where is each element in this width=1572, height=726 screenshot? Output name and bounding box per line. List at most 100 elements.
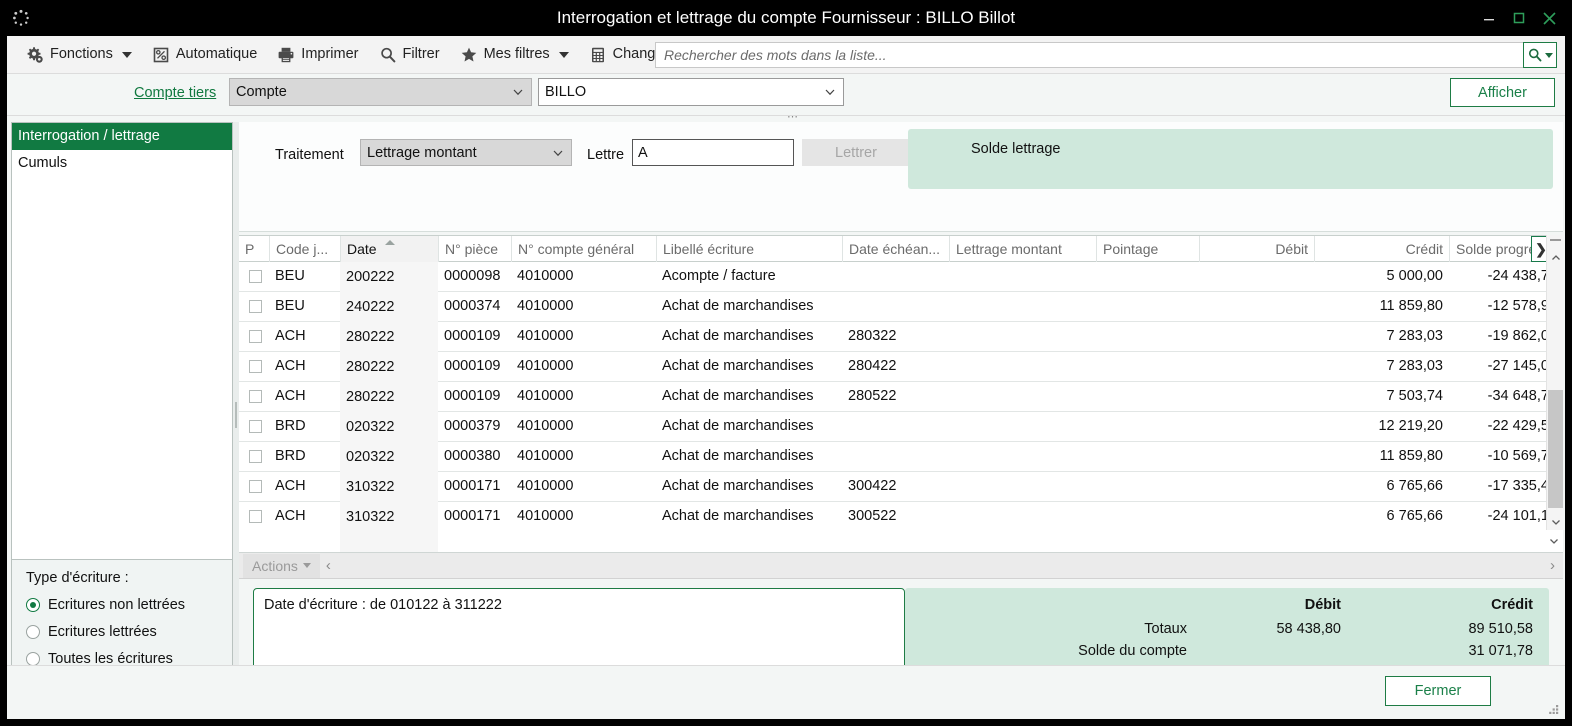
criteria-box[interactable]: Date d'écriture : de 010122 à 311222 bbox=[253, 588, 905, 670]
traitement-select[interactable]: Lettrage montant bbox=[360, 139, 572, 166]
cell-lettrage bbox=[949, 412, 1096, 441]
sidebar-item-cumuls[interactable]: Cumuls bbox=[12, 150, 232, 177]
minimize-button[interactable] bbox=[1474, 3, 1504, 33]
scroll-down-arrow-icon[interactable] bbox=[1547, 513, 1564, 530]
lettre-input[interactable]: A bbox=[632, 139, 794, 166]
sort-ascending-icon bbox=[385, 240, 395, 245]
grid-header: P Code j... Date N° pièce N° compte général L… bbox=[239, 235, 1563, 263]
grid-column-header-debit[interactable]: Débit bbox=[1199, 236, 1314, 263]
window-body: Fonctions Automatique Imprimer Filtrer M… bbox=[6, 36, 1566, 720]
cell-debit bbox=[1199, 262, 1314, 291]
afficher-button[interactable]: Afficher bbox=[1450, 78, 1555, 107]
table-row[interactable]: BEU 240222 0000374 4010000 Achat de marchand… bbox=[239, 292, 1563, 322]
scroll-up-arrow-icon[interactable] bbox=[1547, 249, 1564, 266]
cell-echeance bbox=[842, 262, 949, 291]
table-row[interactable]: ACH 310322 0000171 4010000 Achat de marchand… bbox=[239, 502, 1563, 530]
toolbar-button-mes-filtres[interactable]: Mes filtres bbox=[451, 40, 578, 70]
grid-vertical-scrollbar[interactable] bbox=[1546, 235, 1563, 530]
radio-indicator-icon bbox=[26, 652, 40, 666]
close-button[interactable] bbox=[1534, 3, 1564, 33]
table-row[interactable]: BRD 020322 0000379 4010000 Achat de marchand… bbox=[239, 412, 1563, 442]
cell-pointage bbox=[1096, 442, 1199, 471]
cell-echeance: 300422 bbox=[848, 478, 897, 494]
row-checkbox[interactable] bbox=[249, 420, 262, 433]
table-row[interactable]: ACH 310322 0000171 4010000 Achat de marchand… bbox=[239, 472, 1563, 502]
table-row[interactable]: ACH 280222 0000109 4010000 Achat de marchand… bbox=[239, 352, 1563, 382]
account-code-select[interactable]: BILLO bbox=[538, 78, 844, 106]
row-checkbox[interactable] bbox=[249, 510, 262, 523]
cell-pointage bbox=[1096, 262, 1199, 291]
gears-icon bbox=[26, 46, 44, 64]
table-row[interactable]: BEU 200222 0000098 4010000 Acompte / facture… bbox=[239, 262, 1563, 292]
toolbar-button-automatique[interactable]: Automatique bbox=[143, 40, 266, 70]
fermer-button[interactable]: Fermer bbox=[1385, 676, 1491, 706]
prev-page-icon[interactable]: ‹ bbox=[326, 557, 331, 574]
grid-column-header-p[interactable]: P bbox=[239, 236, 269, 263]
row-checkbox[interactable] bbox=[249, 360, 262, 373]
next-page-icon[interactable]: › bbox=[1550, 557, 1555, 574]
radio-ecritures-lettrees[interactable]: Ecritures lettrées bbox=[26, 624, 157, 640]
row-checkbox[interactable] bbox=[249, 480, 262, 493]
chevron-down-icon bbox=[1545, 52, 1553, 58]
row-checkbox[interactable] bbox=[249, 330, 262, 343]
scrollbar-thumb[interactable] bbox=[1548, 390, 1563, 508]
footer: Fermer bbox=[7, 665, 1565, 719]
toolbar-label: Automatique bbox=[175, 46, 258, 63]
row-checkbox[interactable] bbox=[249, 450, 262, 463]
cell-echeance: 280322 bbox=[848, 328, 897, 344]
cell-compte: 4010000 bbox=[517, 418, 574, 434]
row-checkbox[interactable] bbox=[249, 270, 262, 283]
search-button[interactable] bbox=[1523, 42, 1557, 68]
search-input[interactable] bbox=[656, 43, 1523, 67]
cell-echeance bbox=[842, 412, 949, 441]
cell-compte: 4010000 bbox=[517, 478, 574, 494]
cell-debit bbox=[1199, 352, 1314, 381]
row-checkbox[interactable] bbox=[249, 300, 262, 313]
panel-drag-handle[interactable]: ⋯ bbox=[779, 112, 807, 123]
cell-lettrage bbox=[949, 382, 1096, 411]
chevron-down-icon bbox=[558, 51, 569, 58]
cell-credit: 6 765,66 bbox=[1386, 478, 1443, 494]
cell-piece: 0000098 bbox=[444, 268, 501, 284]
cell-date: 280222 bbox=[340, 322, 438, 352]
row-checkbox[interactable] bbox=[249, 390, 262, 403]
calculator-icon bbox=[589, 46, 607, 64]
sidebar-item-interrogation-lettrage[interactable]: Interrogation / lettrage bbox=[12, 123, 232, 150]
cell-piece: 0000171 bbox=[444, 508, 501, 524]
actions-button[interactable]: Actions bbox=[243, 553, 320, 578]
grid-column-header-echeance[interactable]: Date échéan... bbox=[842, 236, 949, 263]
table-row[interactable]: ACH 280222 0000109 4010000 Achat de marchand… bbox=[239, 322, 1563, 352]
cell-libelle: Achat de marchandises bbox=[662, 298, 814, 314]
cell-code_j: BRD bbox=[275, 448, 306, 464]
toolbar-button-imprimer[interactable]: Imprimer bbox=[268, 40, 367, 70]
toolbar-button-fonctions[interactable]: Fonctions bbox=[17, 40, 141, 70]
resize-grip-icon[interactable] bbox=[1547, 702, 1561, 716]
lettrer-button[interactable]: Lettrer bbox=[802, 139, 910, 166]
scroll-down-arrow-icon[interactable] bbox=[1546, 533, 1562, 549]
cell-compte: 4010000 bbox=[517, 328, 574, 344]
search-icon bbox=[379, 46, 397, 64]
cell-credit: 7 503,74 bbox=[1386, 388, 1443, 404]
account-type-select[interactable]: Compte bbox=[229, 78, 532, 106]
toolbar-button-filtrer[interactable]: Filtrer bbox=[370, 40, 449, 70]
grid-column-header-pointage[interactable]: Pointage bbox=[1096, 236, 1199, 263]
grid-column-header-lettrage[interactable]: Lettrage montant bbox=[949, 236, 1096, 263]
table-row[interactable]: BRD 020322 0000380 4010000 Achat de marchand… bbox=[239, 442, 1563, 472]
cell-compte: 4010000 bbox=[517, 448, 574, 464]
grid-column-header-compte[interactable]: N° compte général bbox=[511, 236, 656, 263]
grid-column-header-credit[interactable]: Crédit bbox=[1314, 236, 1449, 263]
grid-column-header-libelle[interactable]: Libellé écriture bbox=[656, 236, 842, 263]
lettre-label: Lettre bbox=[587, 147, 625, 163]
grid-column-header-piece[interactable]: N° pièce bbox=[438, 236, 511, 263]
search-box[interactable] bbox=[655, 42, 1557, 68]
cell-libelle: Achat de marchandises bbox=[662, 508, 814, 524]
table-row[interactable]: ACH 280222 0000109 4010000 Achat de marchand… bbox=[239, 382, 1563, 412]
cell-code_j: BEU bbox=[275, 268, 305, 284]
compte-tiers-link[interactable]: Compte tiers bbox=[134, 85, 216, 101]
grid-column-header-code_j[interactable]: Code j... bbox=[269, 236, 340, 263]
window-controls bbox=[1474, 0, 1564, 36]
maximize-button[interactable] bbox=[1504, 3, 1534, 33]
totals-row-credit: 89 510,58 bbox=[1468, 621, 1533, 637]
cell-piece: 0000109 bbox=[444, 358, 501, 374]
radio-ecritures-non-lettrees[interactable]: Ecritures non lettrées bbox=[26, 597, 185, 613]
